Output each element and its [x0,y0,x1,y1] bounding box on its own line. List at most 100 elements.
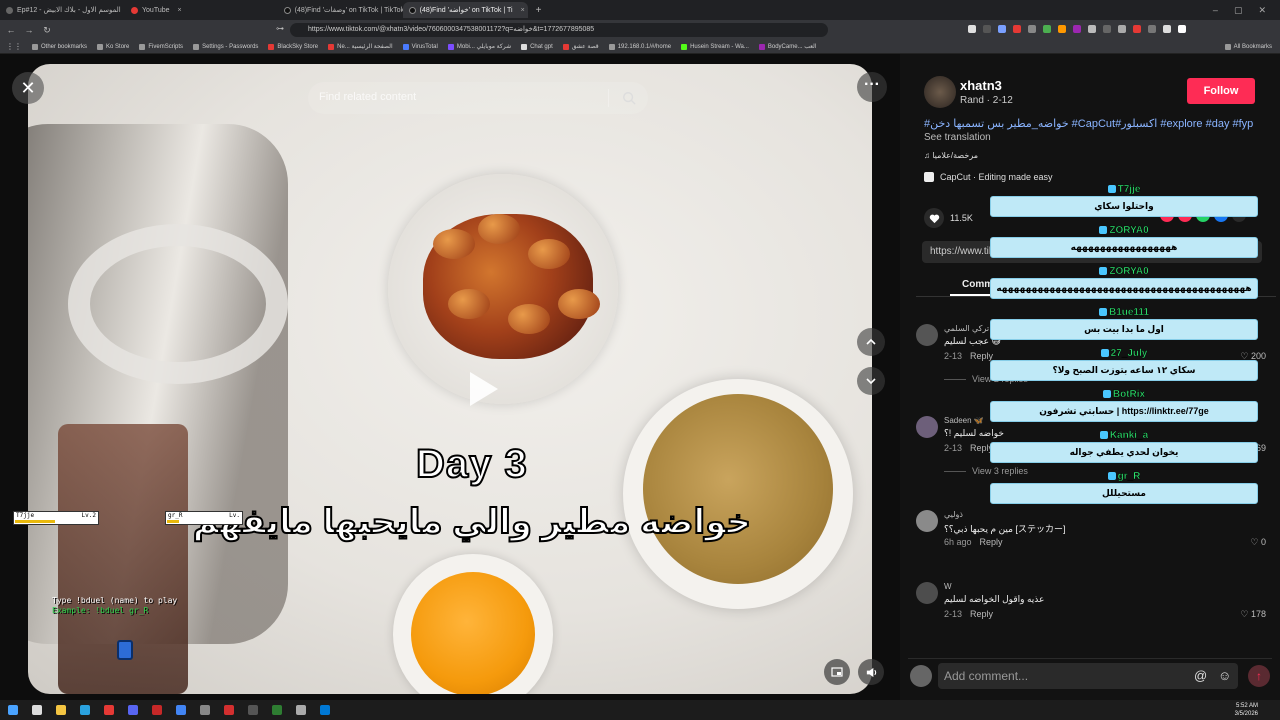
reply-button[interactable]: Reply [970,609,993,619]
bookmark-item[interactable]: Mobi... شركة موبايلي [447,43,511,50]
app-icon[interactable] [272,705,282,715]
chrome-icon[interactable] [176,705,186,715]
back-icon[interactable]: ← [4,25,18,35]
extension-icon[interactable] [1163,25,1171,33]
see-translation-link[interactable]: See translation [924,132,991,143]
add-comment-bar: @ ☺ ↑ [908,658,1272,694]
bookmark-item[interactable]: BodyCame... العب [758,43,817,50]
profile-icon[interactable] [1178,25,1186,33]
extension-icon[interactable] [1028,25,1036,33]
bookmark-item[interactable]: Settings - Passwords [193,43,258,50]
tab-3[interactable]: (48)Find 'وصفات' on TikTok | TikTok× [278,2,403,18]
tab-2[interactable]: YouTube × [125,2,188,18]
all-bookmarks[interactable]: All Bookmarks [1224,44,1272,50]
post-comment-button[interactable]: ↑ [1248,665,1270,687]
extension-icon[interactable] [968,25,976,33]
author-name[interactable]: xhatn3 [960,78,1002,93]
maximize-icon[interactable]: ▢ [1234,5,1243,16]
app-icon[interactable] [248,705,258,715]
play-icon[interactable] [458,366,504,412]
search-icon[interactable] [622,91,636,105]
follow-button[interactable]: Follow [1187,78,1255,104]
tune-icon[interactable]: ⊶ [276,24,284,33]
add-comment-input[interactable] [938,663,1238,689]
emoji-icon[interactable]: ☺ [1218,668,1231,683]
extension-icon[interactable] [1133,25,1141,33]
related-search-box[interactable]: Find related content [308,82,648,114]
app-icon[interactable] [104,705,114,715]
bookmark-item[interactable]: Ko Store [97,43,129,50]
mini-player-button[interactable] [824,659,850,685]
app-icon[interactable] [200,705,210,715]
extension-icon[interactable] [1103,25,1111,33]
chat-message: B1ue111 اول ما بدا بيت بس [990,307,1258,340]
telegram-icon[interactable] [80,705,90,715]
app-icon[interactable] [224,705,234,715]
bookmark-item[interactable]: Ne... الصفحة الرئيسية [328,43,393,50]
comment-like-button[interactable]: ♡ 0 [1250,537,1266,548]
capcut-link[interactable]: CapCut · Editing made easy [924,172,1053,182]
tab-4-active[interactable]: (48)Find 'خواضه' on TikTok | Ti × [402,2,528,18]
discord-icon[interactable] [128,705,138,715]
date-image [558,289,600,319]
bookmark-item[interactable]: FivemScripts [139,43,183,50]
tab-1[interactable]: Ep#12 - الموسم الاول - بلاك الابيض× [0,2,125,18]
mention-icon[interactable]: @ [1194,668,1207,683]
bookmark-item[interactable]: BlackSky Store [268,43,318,50]
volume-button[interactable] [858,659,884,685]
file-explorer-icon[interactable] [56,705,66,715]
extension-icon[interactable] [1118,25,1126,33]
apps-icon[interactable]: ⋮⋮ [6,42,22,51]
more-options-button[interactable]: ··· [857,72,887,102]
video-area: Find related content Day 3 خواضه مطير وا… [0,54,900,700]
author-avatar[interactable] [924,76,956,108]
commenter-avatar[interactable] [916,416,938,438]
bookmark-item[interactable]: Other bookmarks [32,43,87,50]
tiktok-icon [408,6,416,14]
extension-icon[interactable] [1043,25,1051,33]
commenter-name[interactable]: W [944,582,952,591]
tab-close-icon[interactable]: × [521,7,525,14]
bookmark-item[interactable]: قصة عشق [562,43,599,50]
extension-icon[interactable] [1148,25,1156,33]
app-icon[interactable] [296,705,306,715]
video-description[interactable]: #خواضه_مطير بس تسمبها دخن #CapCut#اكسبلو… [924,117,1264,130]
search-icon[interactable] [32,705,42,715]
extension-icon[interactable] [1088,25,1096,33]
music-info[interactable]: ♫ مرخصة/علاميا [924,151,978,160]
bookmark-item[interactable]: Husein Stream - Wa... [681,43,749,50]
avatar[interactable] [910,665,932,687]
extension-icon[interactable] [1073,25,1081,33]
app-icon[interactable] [320,705,330,715]
extension-icon[interactable] [1058,25,1066,33]
system-clock[interactable]: 5:52 AM 3/5/2026 [1235,702,1258,718]
forward-icon[interactable]: → [22,25,36,35]
window-close-icon[interactable]: ✕ [1258,5,1266,16]
app-icon[interactable] [152,705,162,715]
next-video-button[interactable] [857,367,885,395]
commenter-name[interactable]: ذوليي [944,510,963,519]
bookmark-item[interactable]: Chat gpt [521,43,553,50]
extension-icon[interactable] [998,25,1006,33]
extension-icon[interactable] [1013,25,1021,33]
close-video-button[interactable]: ✕ [12,72,44,104]
like-button[interactable] [924,208,944,228]
commenter-avatar[interactable] [916,324,938,346]
tiktok-page: Find related content Day 3 خواضه مطير وا… [0,54,1280,700]
comment-like-button[interactable]: ♡ 178 [1240,609,1266,620]
previous-video-button[interactable] [857,328,885,356]
reply-button[interactable]: Reply [980,537,1003,547]
reload-icon[interactable]: ↻ [40,25,54,36]
commenter-name[interactable]: تركي السلمي [944,324,989,333]
tab-close-icon[interactable]: × [178,7,182,14]
windows-start-icon[interactable] [8,705,18,715]
minimize-icon[interactable]: – [1213,5,1218,16]
extension-icon[interactable] [983,25,991,33]
bookmark-item[interactable]: VirusTotal [402,43,438,50]
commenter-avatar[interactable] [916,510,938,532]
new-tab-icon[interactable]: + [536,5,542,16]
bookmark-item[interactable]: 192.168.0.1/#/home [608,43,671,50]
url-field[interactable]: https://www.tiktok.com/@xhatn3/video/760… [290,23,828,37]
commenter-name[interactable]: Sadeen 🦋 [944,416,984,425]
commenter-avatar[interactable] [916,582,938,604]
